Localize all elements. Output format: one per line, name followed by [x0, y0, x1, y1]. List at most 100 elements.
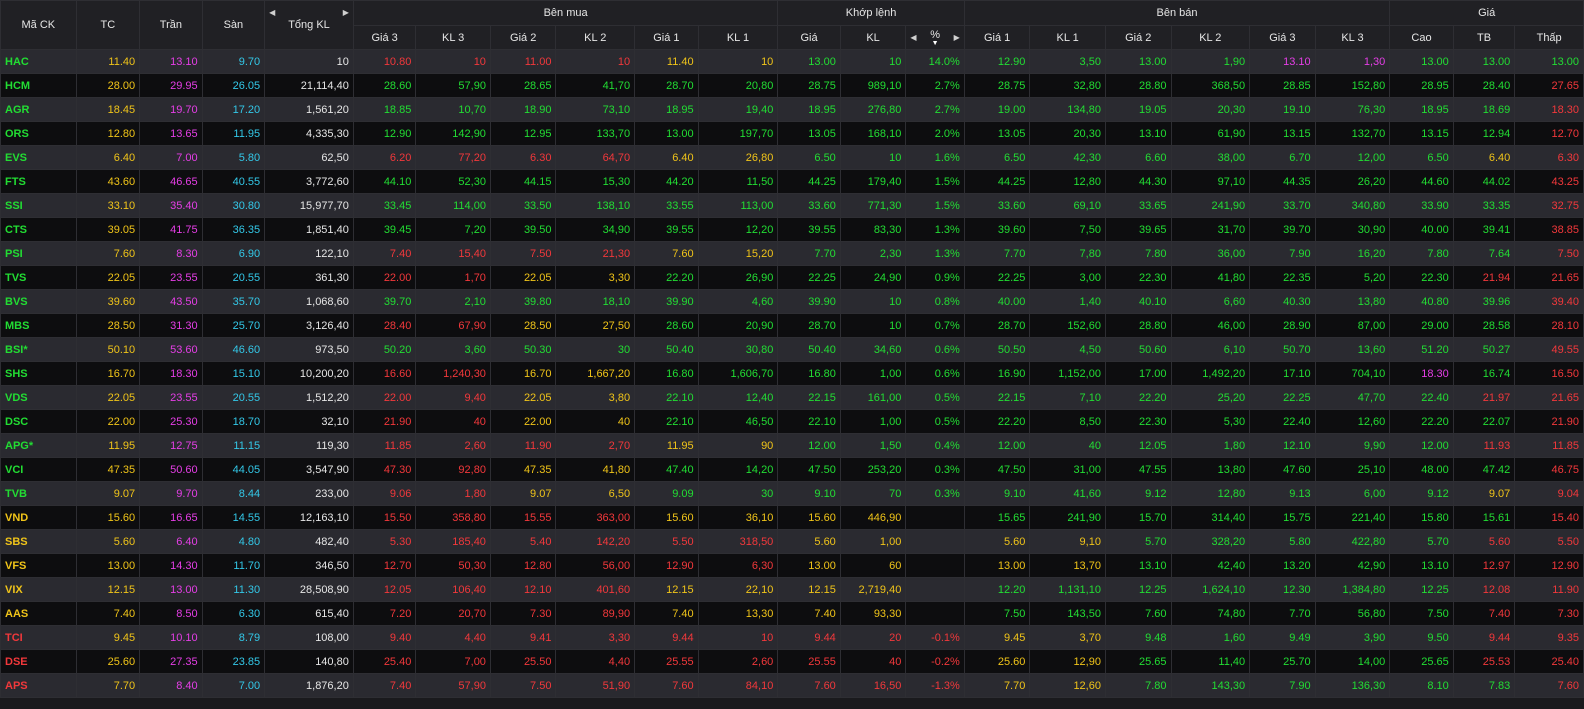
table-row[interactable]: APS 7.70 8.40 7.00 1,876,20 7.40 57,90 7.50 51,9… — [0, 673, 1584, 698]
cell-symbol[interactable]: VFS — [0, 553, 77, 578]
cell-symbol[interactable]: ORS — [0, 121, 77, 146]
triangle-right-icon[interactable]: ▶ — [954, 33, 960, 42]
cell-symbol[interactable]: VIX — [0, 577, 77, 602]
col-header-low[interactable]: Thấp — [1514, 25, 1584, 50]
table-row[interactable]: HCM 28.00 29.95 26.05 21,114,40 28.60 57,90 28.… — [0, 73, 1584, 98]
cell-ref: 11.40 — [75, 49, 141, 74]
cell-avg: 12.08 — [1452, 577, 1516, 602]
cell-symbol[interactable]: BSI* — [0, 337, 77, 362]
table-row[interactable]: DSE 25.60 27.35 23.85 140,80 25.40 7,00 25.50 4,… — [0, 649, 1584, 674]
cell-symbol[interactable]: EVS — [0, 145, 77, 170]
cell-symbol[interactable]: SSI — [0, 193, 77, 218]
cell-symbol[interactable]: APG* — [0, 433, 77, 458]
cell-sell-vol-1: 241,90 — [1029, 505, 1106, 530]
col-header-symbol[interactable]: Mã CK — [0, 0, 77, 50]
col-header-sell-price-1[interactable]: Giá 1 — [963, 25, 1031, 50]
cell-symbol[interactable]: VND — [0, 505, 77, 530]
cell-symbol[interactable]: BVS — [0, 289, 77, 314]
group-header-buy: Bên mua — [352, 0, 779, 26]
table-row[interactable]: ORS 12.80 13.65 11.95 4,335,30 12.90 142,90 12.… — [0, 121, 1584, 146]
cell-symbol[interactable]: DSC — [0, 409, 77, 434]
col-header-floor[interactable]: Sàn — [201, 0, 266, 50]
col-header-match-vol[interactable]: KL — [839, 25, 907, 50]
table-row[interactable]: APG* 11.95 12.75 11.15 119,30 11.85 2,60 11.90 2… — [0, 433, 1584, 458]
cell-sell-price-3: 47.60 — [1249, 457, 1316, 482]
table-row[interactable]: HAC 11.40 13.10 9.70 10 10.80 10 11.00 10 11.40 10… — [0, 49, 1584, 74]
table-row[interactable]: AAS 7.40 8.50 6.30 615,40 7.20 20,70 7.30 89,90 7… — [0, 601, 1584, 626]
col-header-buy-price-3[interactable]: Giá 3 — [352, 25, 417, 50]
cell-ref: 39.60 — [75, 289, 141, 314]
table-row[interactable]: CTS 39.05 41.75 36.35 1,851,40 39.45 7,20 39.50… — [0, 217, 1584, 242]
cell-symbol[interactable]: SHS — [0, 361, 77, 386]
cell-symbol[interactable]: VCI — [0, 457, 77, 482]
table-row[interactable]: VND 15.60 16.65 14.55 12,163,10 15.50 358,80 15… — [0, 505, 1584, 530]
cell-match-vol: 1,50 — [839, 433, 907, 458]
col-header-sell-vol-3[interactable]: KL 3 — [1314, 25, 1391, 50]
cell-total-volume: 1,512,20 — [264, 385, 354, 410]
cell-symbol[interactable]: HCM — [0, 73, 77, 98]
cell-avg: 33.35 — [1452, 193, 1516, 218]
table-row[interactable]: VIX 12.15 13.00 11.30 28,508,90 12.05 106,40 12… — [0, 577, 1584, 602]
cell-match-percent: 0.3% — [905, 481, 965, 506]
cell-symbol[interactable]: APS — [0, 673, 77, 698]
cell-symbol[interactable]: AAS — [0, 601, 77, 626]
table-row[interactable]: VCI 47.35 50.60 44.05 3,547,90 47.30 92,80 47.3… — [0, 457, 1584, 482]
cell-symbol[interactable]: MBS — [0, 313, 77, 338]
table-row[interactable]: MBS 28.50 31.30 25.70 3,126,40 28.40 67,90 28.5… — [0, 313, 1584, 338]
cell-sell-price-2: 9.12 — [1104, 481, 1172, 506]
table-row[interactable]: TVB 9.07 9.70 8.44 233,00 9.06 1,80 9.07 6,50 9.0… — [0, 481, 1584, 506]
table-row[interactable]: SBS 5.60 6.40 4.80 482,40 5.30 185,40 5.40 142,2… — [0, 529, 1584, 554]
table-row[interactable]: BSI* 50.10 53.60 46.60 973,50 50.20 3,60 50.30 3… — [0, 337, 1584, 362]
col-header-sell-price-3[interactable]: Giá 3 — [1249, 25, 1316, 50]
col-header-ceiling[interactable]: Trần — [139, 0, 203, 50]
col-header-match-percent[interactable]: ◀ % ▼ ▶ — [905, 25, 965, 50]
col-header-sell-vol-2[interactable]: KL 2 — [1170, 25, 1251, 50]
col-header-high[interactable]: Cao — [1389, 25, 1454, 50]
col-header-match-price[interactable]: Giá — [777, 25, 841, 50]
table-row[interactable]: PSI 7.60 8.30 6.90 122,10 7.40 15,40 7.50 21,30 7… — [0, 241, 1584, 266]
col-header-ref[interactable]: TC — [75, 0, 141, 50]
cell-symbol[interactable]: PSI — [0, 241, 77, 266]
table-row[interactable]: SSI 33.10 35.40 30.80 15,977,70 33.45 114,00 33… — [0, 193, 1584, 218]
col-header-buy-price-1[interactable]: Giá 1 — [634, 25, 699, 50]
cell-symbol[interactable]: HAC — [0, 49, 77, 74]
triangle-left-icon[interactable]: ◀ — [269, 8, 275, 17]
triangle-right-icon[interactable]: ▶ — [343, 8, 349, 17]
cell-symbol[interactable]: FTS — [0, 169, 77, 194]
triangle-left-icon[interactable]: ◀ — [910, 33, 916, 42]
cell-match-price: 25.55 — [777, 649, 841, 674]
col-header-buy-vol-2[interactable]: KL 2 — [555, 25, 636, 50]
table-row[interactable]: EVS 6.40 7.00 5.80 62,50 6.20 77,20 6.30 64,70 6.… — [0, 145, 1584, 170]
cell-symbol[interactable]: TVS — [0, 265, 77, 290]
table-row[interactable]: BVS 39.60 43.50 35.70 1,068,60 39.70 2,10 39.80… — [0, 289, 1584, 314]
cell-symbol[interactable]: DSE — [0, 649, 77, 674]
table-row[interactable]: TVS 22.05 23.55 20.55 361,30 22.00 1,70 22.05 3,… — [0, 265, 1584, 290]
cell-sell-price-1: 9.10 — [963, 481, 1031, 506]
cell-symbol[interactable]: SBS — [0, 529, 77, 554]
col-header-buy-vol-1[interactable]: KL 1 — [697, 25, 779, 50]
col-header-sell-vol-1[interactable]: KL 1 — [1029, 25, 1106, 50]
table-row[interactable]: SHS 16.70 18.30 15.10 10,200,20 16.60 1,240,30… — [0, 361, 1584, 386]
sort-desc-icon[interactable]: ▼ — [910, 40, 959, 47]
table-row[interactable]: FTS 43.60 46.65 40.55 3,772,60 44.10 52,30 44.1… — [0, 169, 1584, 194]
cell-symbol[interactable]: TVB — [0, 481, 77, 506]
col-header-sell-price-2[interactable]: Giá 2 — [1104, 25, 1172, 50]
cell-sell-vol-2: 25,20 — [1170, 385, 1251, 410]
cell-buy-vol-3: 114,00 — [415, 193, 491, 218]
cell-sell-price-3: 33.70 — [1249, 193, 1316, 218]
cell-sell-vol-2: 61,90 — [1170, 121, 1251, 146]
col-header-buy-vol-3[interactable]: KL 3 — [415, 25, 491, 50]
table-row[interactable]: TCI 9.45 10.10 8.79 108,00 9.40 4,40 9.41 3,30 9.… — [0, 625, 1584, 650]
cell-symbol[interactable]: AGR — [0, 97, 77, 122]
col-header-buy-price-2[interactable]: Giá 2 — [489, 25, 557, 50]
table-row[interactable]: AGR 18.45 19.70 17.20 1,561,20 18.85 10,70 18.9… — [0, 97, 1584, 122]
table-row[interactable]: DSC 22.00 25.30 18.70 32,10 21.90 40 22.00 40 22.… — [0, 409, 1584, 434]
table-row[interactable]: VFS 13.00 14.30 11.70 346,50 12.70 50,30 12.80 5… — [0, 553, 1584, 578]
table-row[interactable]: VDS 22.05 23.55 20.55 1,512,20 22.00 9,40 22.05… — [0, 385, 1584, 410]
cell-symbol[interactable]: CTS — [0, 217, 77, 242]
cell-symbol[interactable]: TCI — [0, 625, 77, 650]
cell-match-percent: 0.7% — [905, 313, 965, 338]
col-header-total-volume[interactable]: ◀ Tổng KL ▶ — [264, 0, 354, 50]
cell-symbol[interactable]: VDS — [0, 385, 77, 410]
col-header-avg[interactable]: TB — [1452, 25, 1516, 50]
